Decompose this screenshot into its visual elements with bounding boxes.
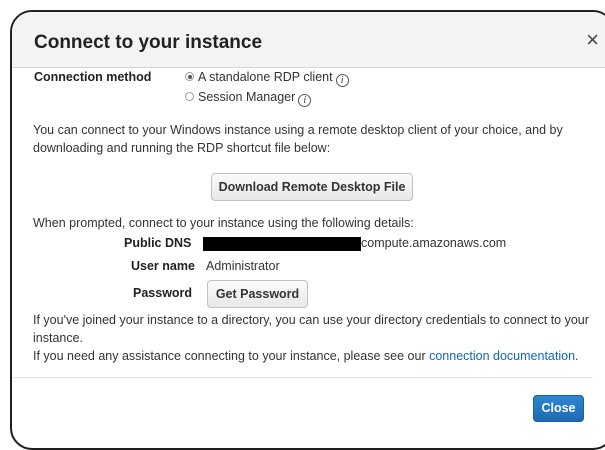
directory-line-1: If you've joined your instance to a dire…: [33, 313, 589, 327]
option-rdp-client[interactable]: A standalone RDP client i: [198, 70, 349, 87]
intro-line-1: You can connect to your Windows instance…: [33, 123, 563, 137]
close-icon[interactable]: ×: [586, 29, 599, 51]
radio-rdp-client[interactable]: [185, 72, 194, 81]
info-icon[interactable]: i: [298, 94, 312, 107]
redacted-dns-prefix: [203, 237, 361, 251]
assistance-text: If you need any assistance connecting to…: [33, 349, 579, 363]
public-dns-value: compute.amazonaws.com: [361, 236, 507, 250]
details-prompt: When prompted, connect to your instance …: [33, 216, 414, 230]
public-dns-label: Public DNS: [124, 236, 192, 250]
dialog-header: Connect to your instance ×: [12, 12, 605, 68]
option-rdp-label: A standalone RDP client: [198, 70, 333, 84]
directory-line-2: instance.: [33, 331, 84, 345]
assistance-prefix: If you need any assistance connecting to…: [33, 349, 426, 363]
get-password-button[interactable]: Get Password: [207, 280, 308, 308]
user-name-label: User name: [131, 259, 195, 273]
intro-line-2: downloading and running the RDP shortcut…: [33, 141, 331, 155]
dialog-title: Connect to your instance: [34, 32, 263, 53]
option-session-manager-label: Session Manager: [198, 90, 296, 104]
option-session-manager[interactable]: Session Manager i: [198, 90, 312, 107]
footer-divider: [13, 377, 592, 378]
connection-documentation-link[interactable]: connection documentation: [429, 349, 575, 363]
user-name-value: Administrator: [206, 259, 280, 273]
assistance-suffix: .: [575, 349, 579, 363]
close-button[interactable]: Close: [533, 395, 584, 422]
connection-method-label: Connection method: [34, 70, 152, 84]
download-rdp-file-button[interactable]: Download Remote Desktop File: [211, 173, 413, 201]
info-icon[interactable]: i: [335, 74, 349, 87]
radio-session-manager[interactable]: [185, 92, 194, 101]
password-label: Password: [133, 286, 193, 300]
